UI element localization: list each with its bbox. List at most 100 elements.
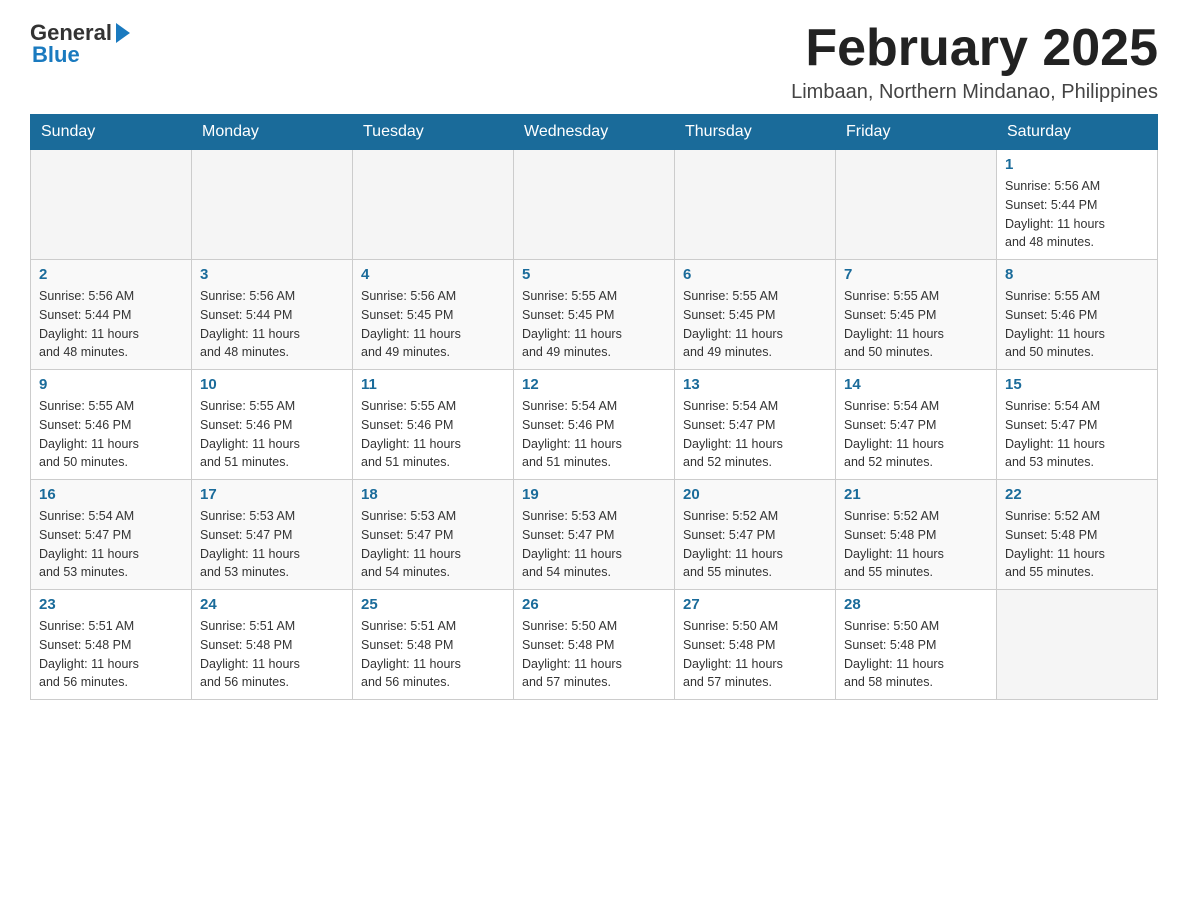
day-info: Sunrise: 5:56 AM Sunset: 5:45 PM Dayligh… [361,287,505,362]
calendar-cell: 12 Sunrise: 5:54 AM Sunset: 5:46 PM Dayli… [514,370,675,480]
day-info: Sunrise: 5:54 AM Sunset: 5:47 PM Dayligh… [844,397,988,472]
calendar-cell [836,150,997,260]
calendar-cell [514,150,675,260]
day-number: 5 [522,266,666,283]
calendar-cell: 8 Sunrise: 5:55 AM Sunset: 5:46 PM Daylig… [997,260,1158,370]
day-number: 25 [361,596,505,613]
calendar-week-row: 23 Sunrise: 5:51 AM Sunset: 5:48 PM Dayli… [31,590,1158,700]
day-info: Sunrise: 5:51 AM Sunset: 5:48 PM Dayligh… [200,617,344,692]
day-info: Sunrise: 5:56 AM Sunset: 5:44 PM Dayligh… [200,287,344,362]
day-number: 12 [522,376,666,393]
day-number: 14 [844,376,988,393]
day-info: Sunrise: 5:56 AM Sunset: 5:44 PM Dayligh… [1005,177,1149,252]
day-number: 17 [200,486,344,503]
calendar-cell: 26Sunrise: 5:50 AM Sunset: 5:48 PM Dayli… [514,590,675,700]
calendar-cell: 5 Sunrise: 5:55 AM Sunset: 5:45 PM Daylig… [514,260,675,370]
day-number: 27 [683,596,827,613]
weekday-header: Friday [836,115,997,150]
calendar-table: SundayMondayTuesdayWednesdayThursdayFrid… [30,114,1158,700]
day-info: Sunrise: 5:55 AM Sunset: 5:45 PM Dayligh… [844,287,988,362]
calendar-cell: 6 Sunrise: 5:55 AM Sunset: 5:45 PM Daylig… [675,260,836,370]
day-info: Sunrise: 5:55 AM Sunset: 5:45 PM Dayligh… [683,287,827,362]
day-info: Sunrise: 5:52 AM Sunset: 5:47 PM Dayligh… [683,507,827,582]
calendar-cell: 24 Sunrise: 5:51 AM Sunset: 5:48 PM Dayli… [192,590,353,700]
day-info: Sunrise: 5:50 AM Sunset: 5:48 PM Dayligh… [683,617,827,692]
calendar-cell: 15Sunrise: 5:54 AM Sunset: 5:47 PM Dayli… [997,370,1158,480]
logo: General Blue [30,20,130,68]
day-number: 16 [39,486,183,503]
weekday-header: Monday [192,115,353,150]
title-section: February 2025 Limbaan, Northern Mindanao… [791,20,1158,104]
day-number: 3 [200,266,344,283]
day-info: Sunrise: 5:54 AM Sunset: 5:47 PM Dayligh… [1005,397,1149,472]
calendar-cell: 7 Sunrise: 5:55 AM Sunset: 5:45 PM Daylig… [836,260,997,370]
day-info: Sunrise: 5:54 AM Sunset: 5:47 PM Dayligh… [683,397,827,472]
day-info: Sunrise: 5:52 AM Sunset: 5:48 PM Dayligh… [1005,507,1149,582]
calendar-cell: 20Sunrise: 5:52 AM Sunset: 5:47 PM Dayli… [675,480,836,590]
day-info: Sunrise: 5:55 AM Sunset: 5:46 PM Dayligh… [1005,287,1149,362]
calendar-cell [675,150,836,260]
day-number: 13 [683,376,827,393]
day-number: 4 [361,266,505,283]
calendar-cell: 21Sunrise: 5:52 AM Sunset: 5:48 PM Dayli… [836,480,997,590]
weekday-header: Sunday [31,115,192,150]
calendar-cell: 28 Sunrise: 5:50 AM Sunset: 5:48 PM Dayli… [836,590,997,700]
day-info: Sunrise: 5:55 AM Sunset: 5:46 PM Dayligh… [200,397,344,472]
day-info: Sunrise: 5:53 AM Sunset: 5:47 PM Dayligh… [200,507,344,582]
day-number: 18 [361,486,505,503]
calendar-week-row: 9 Sunrise: 5:55 AM Sunset: 5:46 PM Daylig… [31,370,1158,480]
day-number: 19 [522,486,666,503]
calendar-header-row: SundayMondayTuesdayWednesdayThursdayFrid… [31,115,1158,150]
day-number: 26 [522,596,666,613]
day-number: 1 [1005,156,1149,173]
calendar-cell: 25 Sunrise: 5:51 AM Sunset: 5:48 PM Dayli… [353,590,514,700]
day-number: 8 [1005,266,1149,283]
day-info: Sunrise: 5:55 AM Sunset: 5:45 PM Dayligh… [522,287,666,362]
month-title: February 2025 [791,20,1158,77]
logo-arrow-icon [116,23,130,43]
day-info: Sunrise: 5:53 AM Sunset: 5:47 PM Dayligh… [522,507,666,582]
calendar-cell: 22 Sunrise: 5:52 AM Sunset: 5:48 PM Dayli… [997,480,1158,590]
day-info: Sunrise: 5:51 AM Sunset: 5:48 PM Dayligh… [361,617,505,692]
weekday-header: Tuesday [353,115,514,150]
day-info: Sunrise: 5:55 AM Sunset: 5:46 PM Dayligh… [39,397,183,472]
day-number: 7 [844,266,988,283]
day-number: 28 [844,596,988,613]
day-info: Sunrise: 5:56 AM Sunset: 5:44 PM Dayligh… [39,287,183,362]
weekday-header: Saturday [997,115,1158,150]
calendar-cell: 11 Sunrise: 5:55 AM Sunset: 5:46 PM Dayli… [353,370,514,480]
day-number: 24 [200,596,344,613]
day-number: 10 [200,376,344,393]
day-info: Sunrise: 5:55 AM Sunset: 5:46 PM Dayligh… [361,397,505,472]
weekday-header: Thursday [675,115,836,150]
page-header: General Blue February 2025 Limbaan, Nort… [30,20,1158,104]
calendar-cell [31,150,192,260]
day-number: 6 [683,266,827,283]
calendar-cell: 19 Sunrise: 5:53 AM Sunset: 5:47 PM Dayli… [514,480,675,590]
day-number: 9 [39,376,183,393]
day-info: Sunrise: 5:50 AM Sunset: 5:48 PM Dayligh… [844,617,988,692]
calendar-cell: 2 Sunrise: 5:56 AM Sunset: 5:44 PM Daylig… [31,260,192,370]
day-number: 22 [1005,486,1149,503]
day-info: Sunrise: 5:54 AM Sunset: 5:46 PM Dayligh… [522,397,666,472]
calendar-cell: 13 Sunrise: 5:54 AM Sunset: 5:47 PM Dayli… [675,370,836,480]
day-number: 2 [39,266,183,283]
calendar-cell: 9 Sunrise: 5:55 AM Sunset: 5:46 PM Daylig… [31,370,192,480]
calendar-cell: 18 Sunrise: 5:53 AM Sunset: 5:47 PM Dayli… [353,480,514,590]
calendar-week-row: 1 Sunrise: 5:56 AM Sunset: 5:44 PM Daylig… [31,150,1158,260]
calendar-week-row: 16Sunrise: 5:54 AM Sunset: 5:47 PM Dayli… [31,480,1158,590]
weekday-header: Wednesday [514,115,675,150]
logo-blue-text: Blue [32,42,80,68]
calendar-week-row: 2 Sunrise: 5:56 AM Sunset: 5:44 PM Daylig… [31,260,1158,370]
calendar-cell: 4 Sunrise: 5:56 AM Sunset: 5:45 PM Daylig… [353,260,514,370]
day-number: 11 [361,376,505,393]
calendar-cell: 10 Sunrise: 5:55 AM Sunset: 5:46 PM Dayli… [192,370,353,480]
calendar-cell: 17 Sunrise: 5:53 AM Sunset: 5:47 PM Dayli… [192,480,353,590]
calendar-cell: 1 Sunrise: 5:56 AM Sunset: 5:44 PM Daylig… [997,150,1158,260]
day-info: Sunrise: 5:53 AM Sunset: 5:47 PM Dayligh… [361,507,505,582]
location-text: Limbaan, Northern Mindanao, Philippines [791,81,1158,104]
calendar-cell [192,150,353,260]
calendar-cell: 14 Sunrise: 5:54 AM Sunset: 5:47 PM Dayli… [836,370,997,480]
day-number: 23 [39,596,183,613]
day-number: 21 [844,486,988,503]
